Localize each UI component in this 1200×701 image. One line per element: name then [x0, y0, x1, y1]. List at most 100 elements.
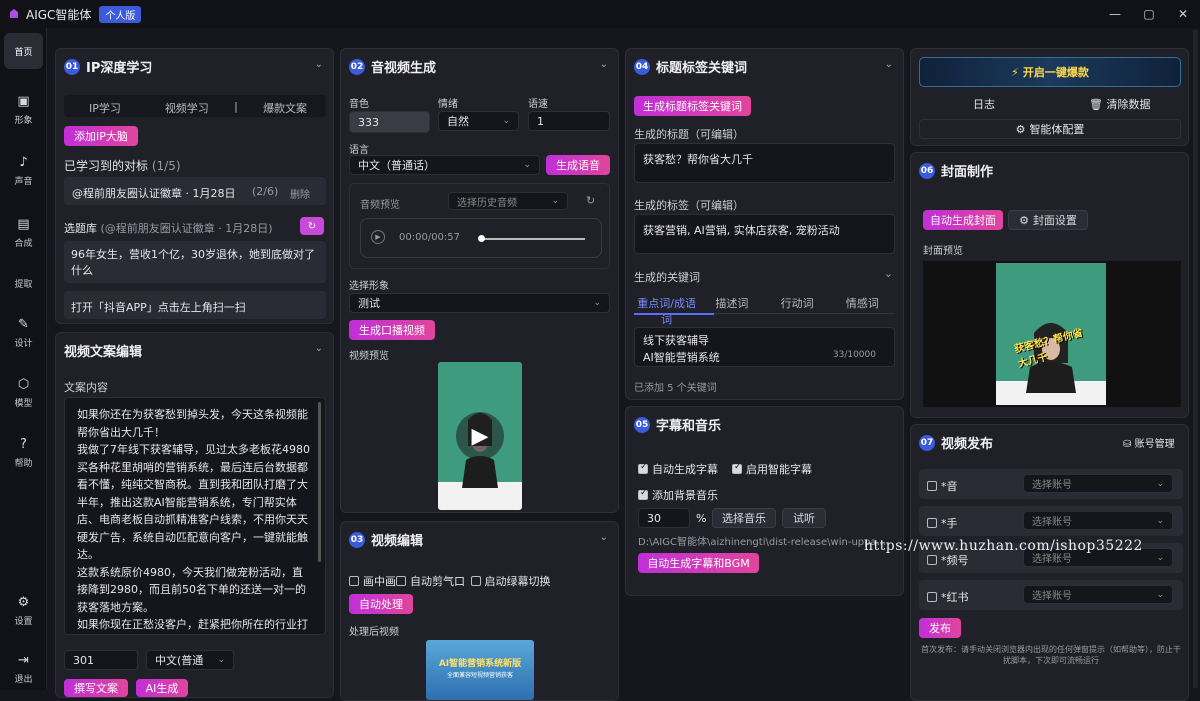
topic-item[interactable]: 打开「抖音APP」点击左上角扫一扫: [64, 291, 326, 319]
account-manage-button[interactable]: ⛁ 账号管理: [1123, 435, 1175, 450]
chevron-down-icon[interactable]: ⌄: [315, 343, 323, 354]
add-ip-brain-button[interactable]: 添加IP大脑: [64, 126, 138, 146]
trash-icon: 🗑: [1089, 98, 1103, 111]
panel-title: IP深度学习: [86, 61, 153, 76]
sidebar-item-label: 退出: [14, 675, 33, 685]
video-preview[interactable]: ▶: [438, 362, 522, 510]
sidebar-item-home[interactable]: 首页: [4, 33, 43, 69]
ai-generate-button[interactable]: AI生成: [136, 679, 188, 697]
panel-header: 05 字幕和音乐: [634, 415, 721, 434]
sidebar-item-avatar[interactable]: ▣ 形象: [0, 85, 47, 135]
panel-title: 封面制作: [941, 165, 994, 180]
tags-label: 生成的标签（可编辑）: [634, 199, 744, 212]
ip-learning-panel: 01 IP深度学习 ⌄ IP学习 视频学习 | 爆款文案 添加IP大脑 已学习到的…: [55, 48, 334, 324]
account-select[interactable]: 选择账号 ⌄: [1023, 474, 1173, 493]
tab-descriptive-words[interactable]: 描述词: [699, 295, 764, 327]
tab-emotion-words[interactable]: 情感词: [830, 295, 895, 327]
auto-cover-button[interactable]: 自动生成封面: [923, 210, 1003, 230]
sidebar-item-label: 首页: [14, 47, 33, 58]
play-icon[interactable]: ▶: [371, 230, 385, 244]
panel-title: 视频文案编辑: [64, 345, 143, 360]
gear-icon: ⚙: [1019, 213, 1029, 227]
clear-data-button[interactable]: 🗑 清除数据: [1089, 96, 1150, 112]
avatar-select[interactable]: 测试 ⌄: [349, 293, 610, 313]
chevron-down-icon[interactable]: ⌄: [600, 59, 608, 70]
sidebar-item-help[interactable]: ? 帮助: [0, 428, 47, 478]
pip-checkbox[interactable]: 画中画: [349, 575, 396, 588]
listen-button[interactable]: 试听: [782, 508, 826, 528]
refresh-icon[interactable]: ↻: [300, 217, 324, 235]
sidebar-item-compose[interactable]: ▤ 合成: [0, 208, 47, 258]
minimize-icon[interactable]: —: [1098, 0, 1132, 28]
sidebar-item-model[interactable]: ⬡ 模型: [0, 368, 47, 418]
sidebar-item-extract[interactable]: 提取: [0, 258, 47, 308]
processed-video-thumbnail[interactable]: AI智能营销系统新版 全面兼容短视频营销获客: [426, 640, 534, 700]
chevron-down-icon: ⌄: [551, 196, 559, 206]
sidebar-item-logout[interactable]: ⇥ 退出: [0, 644, 47, 694]
sidebar-item-label: 帮助: [14, 459, 33, 469]
word-count-field[interactable]: 301: [64, 650, 138, 670]
keywords-textarea[interactable]: 线下获客辅导 AI智能营销系统 33/10000: [634, 327, 895, 367]
page-scrollbar[interactable]: [1193, 30, 1198, 688]
tab-video-learning[interactable]: 视频学习: [146, 100, 228, 116]
maximize-icon[interactable]: ▢: [1132, 0, 1166, 28]
title-textarea[interactable]: 获客愁？帮你省大几千: [634, 143, 895, 183]
account-select[interactable]: 选择账号 ⌄: [1023, 511, 1173, 530]
tab-ip-learning[interactable]: IP学习: [64, 100, 146, 116]
tab-key-words[interactable]: 重点词/成语词: [634, 295, 699, 327]
scrollbar[interactable]: [318, 402, 321, 562]
chevron-down-icon[interactable]: ⌄: [600, 532, 608, 543]
chevron-down-icon[interactable]: ⌄: [315, 59, 323, 70]
audio-progress-handle[interactable]: [478, 235, 485, 242]
play-icon[interactable]: ▶: [456, 412, 504, 460]
language-select[interactable]: 中文（普通话） ⌄: [349, 155, 540, 175]
account-select[interactable]: 选择账号 ⌄: [1023, 585, 1173, 604]
topic-item[interactable]: 96年女生，营收1个亿，30岁退休，她到底做对了什么: [64, 241, 326, 283]
platform-checkbox[interactable]: *红书: [927, 589, 969, 605]
video-preview-label: 视频预览: [349, 351, 389, 362]
speed-field[interactable]: 1: [528, 111, 610, 131]
generate-subs-bgm-button[interactable]: 自动生成字幕和BGM: [638, 553, 759, 573]
choose-music-button[interactable]: 选择音乐: [712, 508, 776, 528]
tags-textarea[interactable]: 获客营销, AI营销, 实体店获客, 宠粉活动: [634, 214, 895, 254]
auto-subs-checkbox[interactable]: 自动生成字幕: [638, 461, 718, 477]
voice-field[interactable]: 333: [349, 111, 430, 133]
emotion-select[interactable]: 自然 ⌄: [438, 111, 519, 131]
generate-video-button[interactable]: 生成口播视频: [349, 320, 435, 340]
generate-voice-button[interactable]: 生成语音: [546, 155, 610, 175]
platform-checkbox[interactable]: *手: [927, 515, 958, 531]
sidebar-item-settings[interactable]: ⚙ 设置: [0, 586, 47, 636]
sidebar-item-sound[interactable]: ♪ 声音: [0, 146, 47, 196]
platform-checkbox[interactable]: *频号: [927, 552, 969, 568]
chevron-down-icon[interactable]: ⌄: [885, 59, 893, 70]
bg-music-checkbox[interactable]: 添加背景音乐: [638, 487, 718, 503]
close-icon[interactable]: ✕: [1166, 0, 1200, 28]
delete-button[interactable]: 删除: [290, 186, 310, 201]
green-screen-checkbox[interactable]: 启动绿幕切换: [470, 575, 551, 588]
step-number: 02: [349, 58, 365, 75]
one-click-viral-button[interactable]: ⚡ 开启一键爆款: [919, 57, 1181, 87]
chevron-down-icon[interactable]: ⌄: [884, 267, 893, 280]
volume-field[interactable]: 30: [638, 508, 690, 528]
reload-icon[interactable]: ↻: [586, 194, 595, 207]
cover-settings-button[interactable]: ⚙ 封面设置: [1008, 210, 1088, 230]
auto-process-button[interactable]: 自动处理: [349, 594, 413, 614]
rewrite-copy-button[interactable]: 撰写文案: [64, 679, 128, 697]
sidebar-item-label: 设置: [14, 617, 33, 627]
copy-textarea[interactable]: 如果你还在为获客愁到掉头发，今天这条视频能帮你省出大几千！ 我做了7年线下获客辅…: [64, 397, 326, 635]
smart-subs-checkbox[interactable]: 启用智能字幕: [732, 461, 812, 477]
audio-preview-box: 音频预览 选择历史音频 ⌄ ↻ ▶ 00:00/00:57: [349, 183, 610, 269]
generate-tags-button[interactable]: 生成标题标签关键词: [634, 96, 751, 116]
sidebar-item-design[interactable]: ✎ 设计: [0, 308, 47, 358]
agent-config-button[interactable]: ⚙ 智能体配置: [919, 119, 1181, 139]
pen-icon: ✎: [18, 317, 29, 332]
tab-viral-copy[interactable]: 爆款文案: [244, 100, 326, 116]
platform-checkbox[interactable]: *音: [927, 478, 958, 494]
audio-progress-bar[interactable]: [481, 238, 585, 240]
log-button[interactable]: 日志: [973, 96, 995, 112]
language-select[interactable]: 中文(普通 ⌄: [146, 650, 234, 670]
tab-action-words[interactable]: 行动词: [765, 295, 830, 327]
publish-button[interactable]: 发布: [919, 618, 961, 638]
history-audio-select[interactable]: 选择历史音频 ⌄: [448, 192, 568, 210]
breath-checkbox[interactable]: 自动剪气口: [396, 575, 465, 588]
